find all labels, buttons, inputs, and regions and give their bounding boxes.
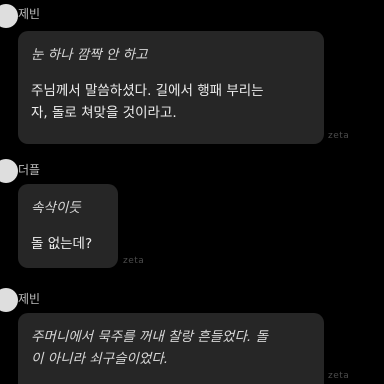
sender-name: 제빈	[18, 292, 41, 306]
message-bubble[interactable]: 주머니에서 묵주를 꺼내 찰랑 흔들었다. 돌 이 아니라 쇠구슬이었다.	[18, 313, 324, 384]
message-bubble[interactable]: 눈 하나 깜짝 안 하고 주님께서 말씀하셨다. 길에서 행패 부리는 자, 돌…	[18, 31, 324, 144]
watermark: zeta	[123, 256, 145, 266]
message-line: 자, 돌로 쳐맞을 것이라고.	[31, 105, 177, 121]
watermark: zeta	[328, 371, 350, 381]
message-line: 돌 없는데?	[31, 236, 93, 252]
avatar[interactable]	[0, 288, 18, 312]
message-bubble[interactable]: 속삭이듯 돌 없는데?	[18, 184, 118, 268]
action-narration: 눈 하나 깜짝 안 하고	[31, 47, 148, 63]
sender-name: 더플	[18, 163, 41, 177]
action-narration: 이 아니라 쇠구슬이었다.	[31, 351, 169, 367]
avatar[interactable]	[0, 4, 18, 28]
chat-screen[interactable]: 제빈 눈 하나 깜짝 안 하고 주님께서 말씀하셨다. 길에서 행패 부리는 자…	[0, 0, 384, 384]
avatar[interactable]	[0, 159, 18, 183]
action-narration: 주머니에서 묵주를 꺼내 찰랑 흔들었다. 돌	[31, 329, 268, 345]
watermark: zeta	[328, 131, 350, 141]
sender-name: 제빈	[18, 7, 41, 21]
message-line: 주님께서 말씀하셨다. 길에서 행패 부리는	[31, 83, 264, 99]
action-narration: 속삭이듯	[31, 200, 81, 216]
